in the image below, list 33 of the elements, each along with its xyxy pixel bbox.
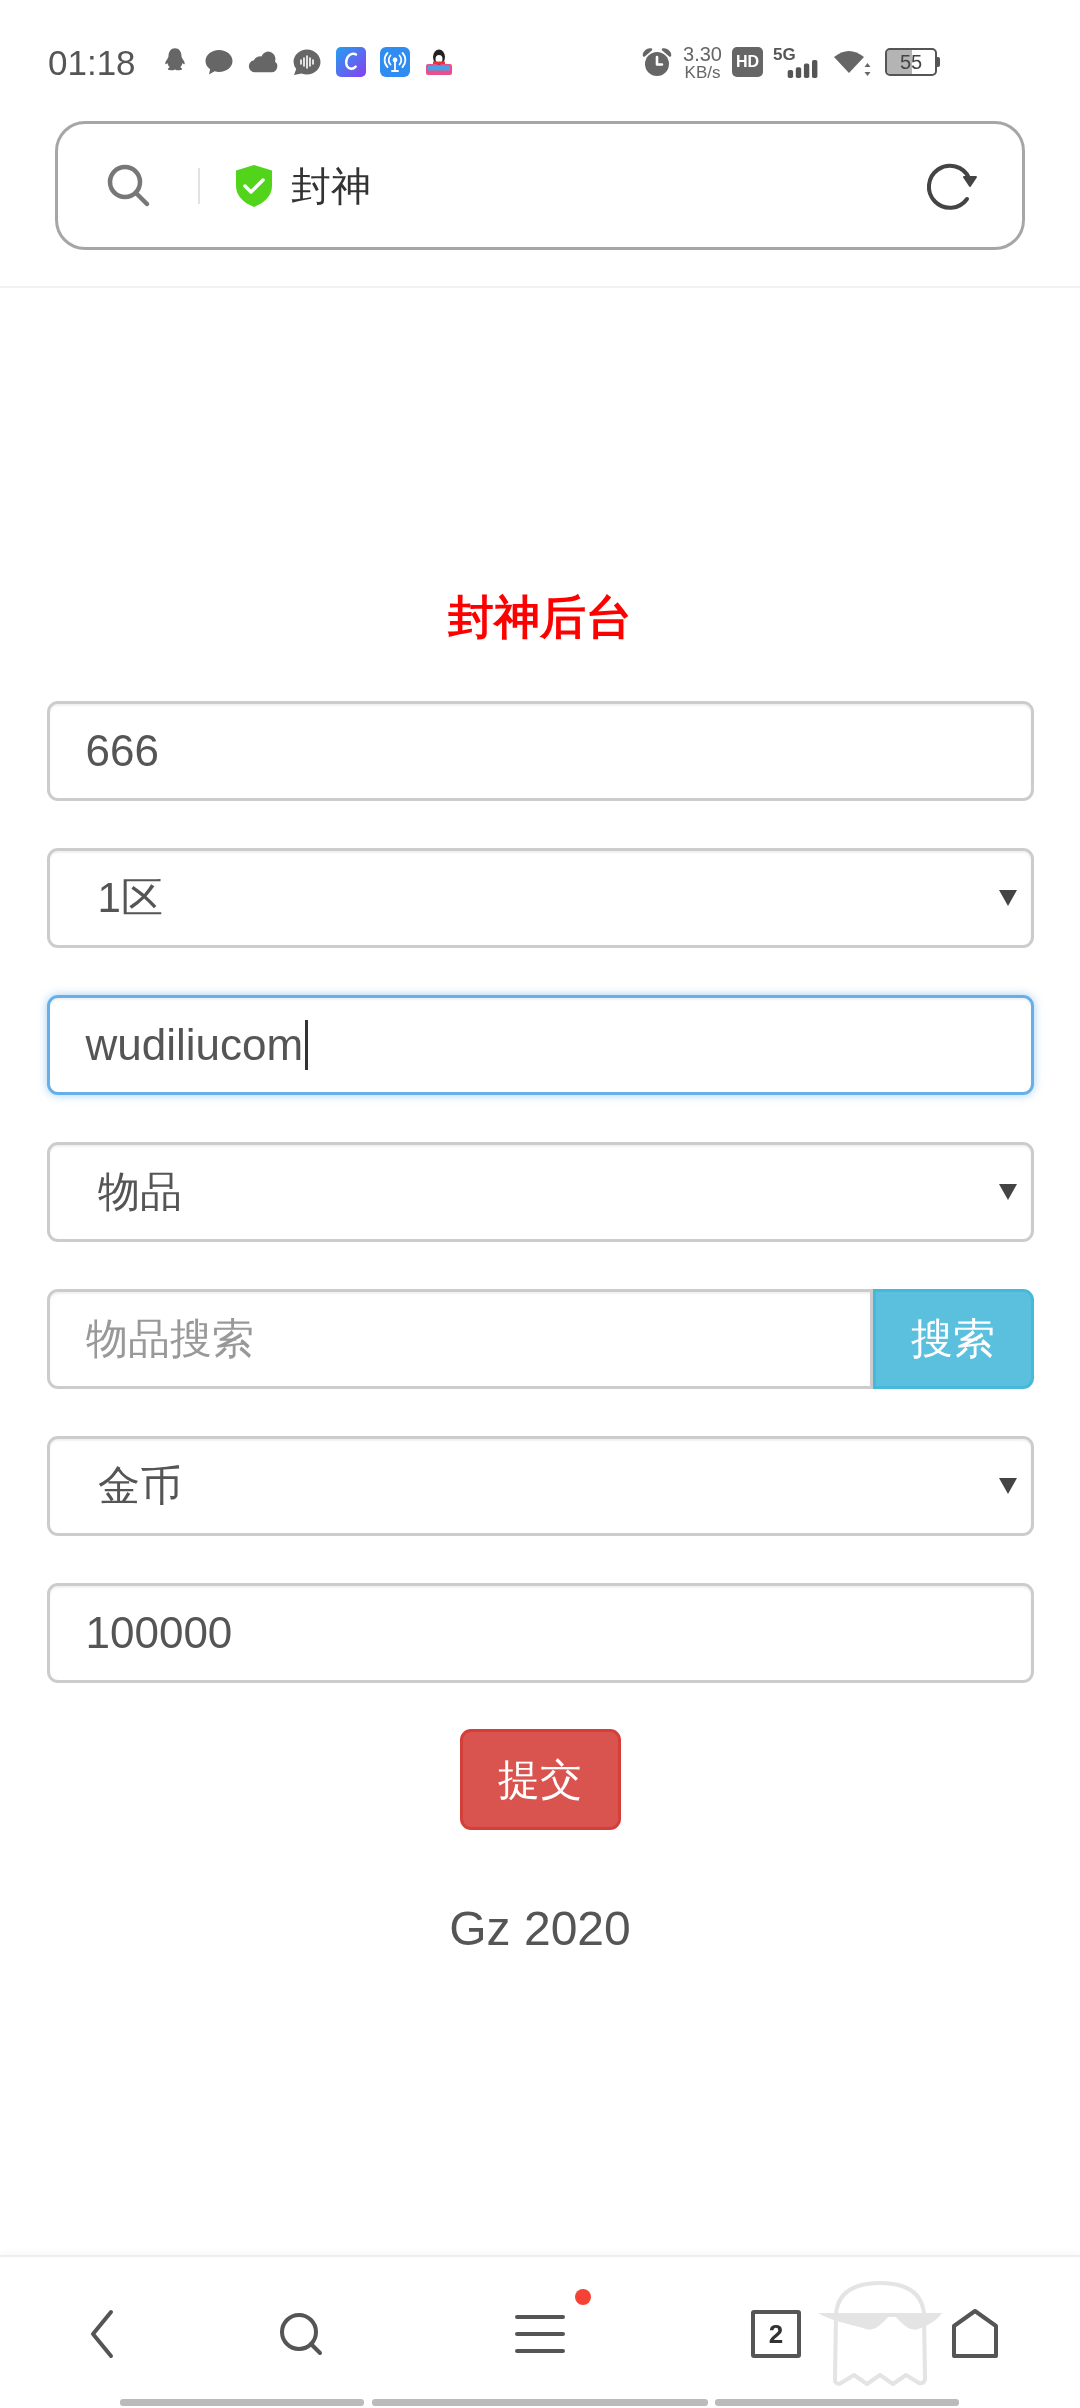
voice-message-icon <box>291 47 322 77</box>
caret-icon <box>998 1478 1017 1494</box>
form-title: 封神后台 <box>448 590 632 645</box>
wifi-app-icon <box>379 47 410 77</box>
text-cursor-icon <box>305 1020 309 1070</box>
search-icon[interactable] <box>278 2311 324 2357</box>
page-title: 封神 <box>291 162 371 210</box>
input-field[interactable]: wudiliucom <box>46 995 1034 1095</box>
address-bar[interactable]: 封神 <box>55 121 1025 250</box>
footer-text: Gz 2020 <box>449 1901 631 1957</box>
caret-icon <box>998 1184 1017 1200</box>
status-time: 01:18 <box>48 44 136 80</box>
caret-icon <box>998 890 1017 906</box>
menu-icon[interactable] <box>514 2313 566 2355</box>
shield-check-icon <box>234 163 274 208</box>
wifi-icon <box>833 48 871 76</box>
submit-button[interactable]: 提交 <box>459 1729 621 1830</box>
network-speed-unit: KB/s <box>684 63 721 81</box>
network-type-label: 5G <box>773 46 796 63</box>
hd-badge: HD <box>732 47 763 77</box>
dropdown[interactable]: 金币 <box>46 1436 1034 1536</box>
tabs-button[interactable]: 2 <box>751 2310 801 2358</box>
penguin-book-icon <box>423 47 454 77</box>
app-icon <box>335 47 366 77</box>
home-icon[interactable] <box>951 2309 999 2359</box>
dropdown[interactable]: 1区 <box>46 848 1034 948</box>
chat-bubble-icon <box>203 47 234 77</box>
input-field[interactable]: 666 <box>46 701 1034 801</box>
input-field[interactable]: 100000 <box>46 1583 1034 1683</box>
back-icon[interactable] <box>89 2309 115 2359</box>
alarm-icon <box>641 46 674 78</box>
dropdown[interactable]: 物品 <box>46 1142 1034 1242</box>
network-speed: 3.30 <box>683 43 722 64</box>
